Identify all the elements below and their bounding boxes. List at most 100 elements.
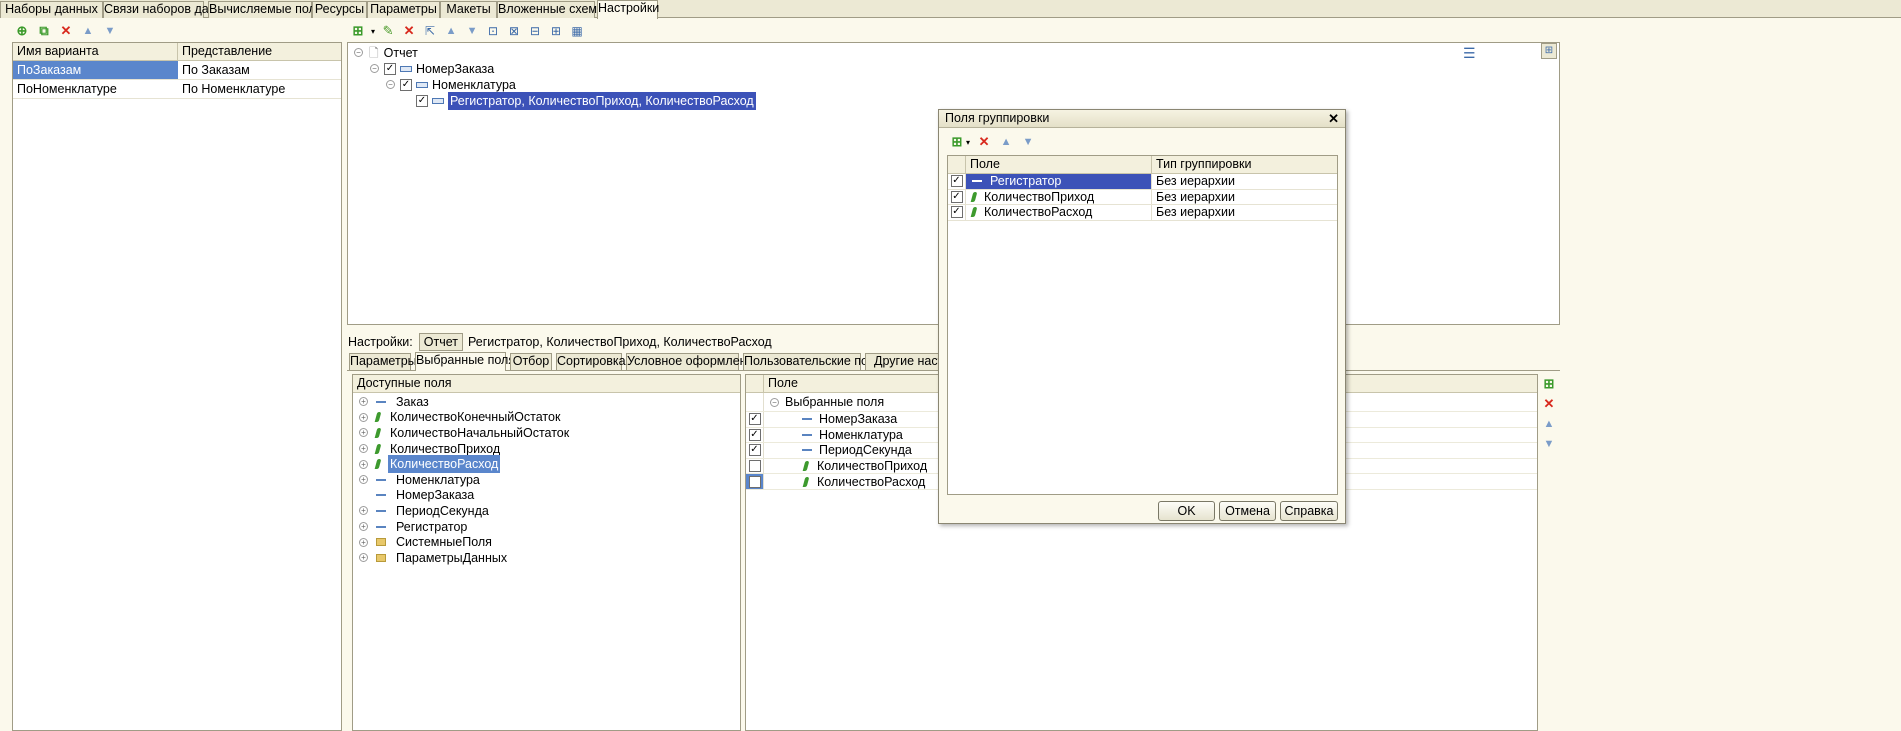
node-checkbox[interactable]: ✓ xyxy=(384,62,396,75)
copy-icon[interactable]: ⧉ xyxy=(36,23,52,39)
tab-parameters[interactable]: Параметры xyxy=(367,1,440,18)
grouping-row[interactable]: ✓ КоличествоРасход Без иерархии xyxy=(948,203,1337,221)
expand-icon[interactable]: + xyxy=(359,522,368,532)
move-down-icon[interactable]: ▼ xyxy=(1020,134,1036,150)
pointer-icon[interactable]: ⇱ xyxy=(422,23,438,39)
expand-icon[interactable]: + xyxy=(359,459,368,469)
field-checkbox[interactable]: ✓ xyxy=(748,428,761,441)
variant-row[interactable]: ПоНоменклатуре По Номенклатуре xyxy=(13,80,341,99)
move-up-icon[interactable]: ▲ xyxy=(998,134,1014,150)
variant-row[interactable]: ПоЗаказам По Заказам xyxy=(13,61,341,80)
move-up-icon[interactable]: ▲ xyxy=(80,23,96,39)
available-field-item[interactable]: + Регистратор xyxy=(353,519,740,535)
group-label: Выбранные поля xyxy=(785,395,885,409)
add-grouping-icon[interactable]: ⊞ xyxy=(350,23,366,39)
expand-icon[interactable]: + xyxy=(359,428,368,438)
subtab-parameters[interactable]: Параметры xyxy=(349,353,417,370)
expand-icon[interactable]: + xyxy=(359,506,368,516)
collapse-icon[interactable]: − xyxy=(386,80,395,89)
variant-name[interactable]: ПоЗаказам xyxy=(13,61,178,79)
attribute-icon xyxy=(376,400,386,403)
group-icon[interactable]: ⊡ xyxy=(485,23,501,39)
expand-icon[interactable]: + xyxy=(359,444,368,454)
add-icon[interactable]: ⊞ xyxy=(949,134,965,150)
field-checkbox[interactable] xyxy=(748,460,761,473)
tree-node-detail[interactable]: ✓ Регистратор, КоличествоПриход, Количес… xyxy=(416,91,756,110)
delete-icon[interactable]: ✕ xyxy=(976,134,992,150)
delete-icon[interactable]: ✕ xyxy=(1541,396,1557,412)
move-up-icon[interactable]: ▲ xyxy=(443,23,459,39)
add-field-icon[interactable]: ⊞ xyxy=(1541,376,1557,392)
move-down-icon[interactable]: ▼ xyxy=(102,23,118,39)
variant-view[interactable]: По Заказам xyxy=(178,61,250,79)
subtab-other-settings[interactable]: Другие настро xyxy=(865,353,939,370)
add-table-icon[interactable]: ⊞ xyxy=(548,23,564,39)
add-chart-icon[interactable]: ▦ xyxy=(569,23,585,39)
field-checkbox[interactable]: ✓ xyxy=(950,175,963,188)
structure-settings-icon[interactable]: ☰ xyxy=(1463,45,1476,62)
field-checkbox[interactable] xyxy=(748,475,761,488)
subtab-selected-fields[interactable]: Выбранные поля xyxy=(415,352,515,371)
tab-settings[interactable]: Настройки xyxy=(597,0,659,19)
variant-name[interactable]: ПоНоменклатуре xyxy=(13,80,178,98)
available-field-item[interactable]: НомерЗаказа xyxy=(353,488,740,504)
dropdown-arrow-icon[interactable]: ▾ xyxy=(371,27,375,36)
ok-button[interactable]: OK xyxy=(1158,501,1215,521)
collapse-icon[interactable]: − xyxy=(354,48,363,57)
toggle-panel-icon[interactable]: ⊞ xyxy=(1541,43,1557,59)
collapse-icon[interactable]: − xyxy=(770,397,779,407)
variant-view[interactable]: По Номенклатуре xyxy=(178,80,285,98)
node-checkbox[interactable]: ✓ xyxy=(416,94,428,107)
available-field-item[interactable]: + КоличествоКонечныйОстаток xyxy=(353,410,740,426)
available-field-item[interactable]: + ПериодСекунда xyxy=(353,503,740,519)
tab-calculated-fields[interactable]: Вычисляемые поля xyxy=(208,1,323,18)
collapse-icon[interactable]: − xyxy=(370,64,379,73)
subtab-sorting[interactable]: Сортировка xyxy=(556,353,626,370)
move-up-icon[interactable]: ▲ xyxy=(1541,416,1557,432)
move-down-icon[interactable]: ▼ xyxy=(464,23,480,39)
cancel-button[interactable]: Отмена xyxy=(1219,501,1276,521)
tab-data-set-links[interactable]: Связи наборов данных xyxy=(103,1,238,18)
grouping-field-cell[interactable]: КоличествоРасход xyxy=(966,204,1152,220)
expand-icon[interactable]: + xyxy=(359,553,368,563)
subtab-filter[interactable]: Отбор xyxy=(510,353,552,370)
move-down-icon[interactable]: ▼ xyxy=(1541,436,1557,452)
expand-icon[interactable]: + xyxy=(359,397,368,407)
available-field-item[interactable]: + Заказ xyxy=(353,394,740,410)
settings-report-button[interactable]: Отчет xyxy=(418,333,463,351)
tab-nested-schemas[interactable]: Вложенные схемы xyxy=(497,1,606,18)
field-checkbox[interactable]: ✓ xyxy=(950,206,963,219)
available-field-item[interactable]: + КоличествоНачальныйОстаток xyxy=(353,425,740,441)
grouping-field-cell[interactable]: КоличествоПриход xyxy=(966,189,1152,205)
available-field-item[interactable]: + ПараметрыДанных xyxy=(353,550,740,566)
available-field-item[interactable]: + Номенклатура xyxy=(353,472,740,488)
field-checkbox[interactable]: ✓ xyxy=(748,444,761,457)
expand-icon[interactable]: + xyxy=(359,412,368,422)
tab-layouts[interactable]: Макеты xyxy=(440,1,497,18)
move-icon[interactable]: ⊟ xyxy=(527,23,543,39)
close-icon[interactable]: ✕ xyxy=(1328,110,1339,127)
check-cell: ✓ xyxy=(948,173,966,189)
add-icon[interactable]: ⊕ xyxy=(14,23,30,39)
help-button[interactable]: Справка xyxy=(1280,501,1338,521)
tab-data-sets[interactable]: Наборы данных xyxy=(0,1,103,18)
subtab-user-fields[interactable]: Пользовательские поля xyxy=(743,353,882,370)
expand-icon[interactable]: + xyxy=(359,537,368,547)
edit-icon[interactable]: ✎ xyxy=(380,23,396,39)
available-field-item[interactable]: + СистемныеПоля xyxy=(353,534,740,550)
delete-icon[interactable]: ✕ xyxy=(58,23,74,39)
grouping-type-cell[interactable]: Без иерархии xyxy=(1152,203,1235,221)
ungroup-icon[interactable]: ⊠ xyxy=(506,23,522,39)
tab-resources[interactable]: Ресурсы xyxy=(312,1,367,18)
delete-icon[interactable]: ✕ xyxy=(401,23,417,39)
subtab-conditional-formatting[interactable]: Условное оформление xyxy=(626,353,760,370)
expand-icon[interactable]: + xyxy=(359,475,368,485)
node-checkbox[interactable]: ✓ xyxy=(400,78,412,91)
field-checkbox[interactable]: ✓ xyxy=(950,190,963,203)
dropdown-arrow-icon[interactable]: ▾ xyxy=(966,138,970,147)
available-fields-list: Доступные поля + Заказ + КоличествоКонечный… xyxy=(352,374,741,731)
field-checkbox[interactable]: ✓ xyxy=(748,413,761,426)
grouping-field-cell[interactable]: Регистратор xyxy=(966,173,1152,189)
available-field-item[interactable]: + КоличествоРасход xyxy=(353,455,740,474)
available-field-item[interactable]: + КоличествоПриход xyxy=(353,441,740,457)
